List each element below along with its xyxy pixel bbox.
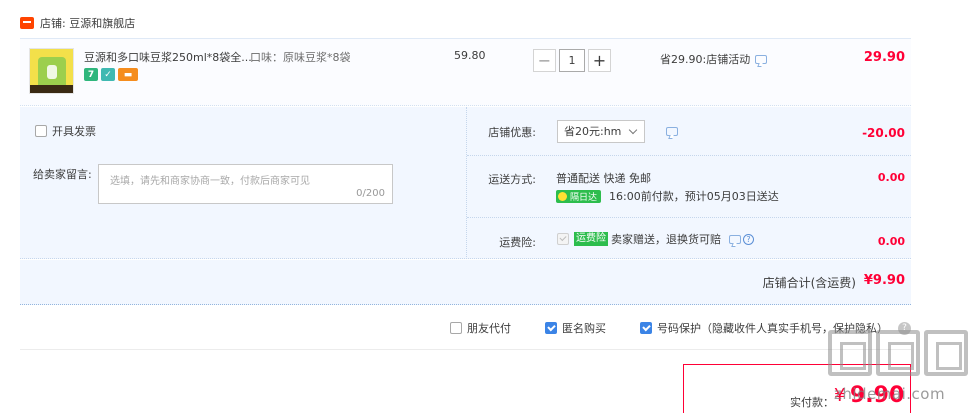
shipping-insurance: 运费险 卖家赠送，退换货可赔 ? (557, 231, 754, 247)
shipping-value: 0.00 (877, 171, 905, 184)
unit-price: 59.80 (454, 49, 486, 62)
insurance-text: 卖家赠送，退换货可赔 (611, 233, 721, 246)
insurance-value: 0.00 (877, 235, 905, 248)
divider (20, 349, 911, 350)
seller-message-input[interactable]: 选填，请先和商家协商一致，付款后商家可见 0/200 (98, 164, 393, 204)
coupon-select[interactable]: 省20元:hm (557, 120, 645, 143)
quantity-input[interactable]: 1 (559, 49, 585, 72)
privacy-checkbox[interactable] (640, 322, 652, 334)
watermark-text: zhidemai.com (834, 385, 946, 403)
store-total-row: 店铺合计(含运费) ¥9.90 (20, 260, 911, 305)
store-total-value: ¥9.90 (863, 273, 905, 288)
message-char-count: 0/200 (356, 188, 385, 199)
message-placeholder: 选填，请先和商家协商一致，付款后商家可见 (110, 176, 310, 187)
insurance-tag: 运费险 (574, 232, 608, 246)
invoice-checkbox[interactable] (35, 125, 47, 137)
coupon-value: -20.00 (862, 126, 905, 140)
promotion-info: 省29.90:店铺活动 (660, 51, 768, 67)
insurance-label: 运费险: (499, 236, 536, 249)
buyer-options: 开具发票 给卖家留言: 选填，请先和商家协商一致，付款后商家可见 0/200 (20, 107, 467, 259)
friend-pay-option[interactable]: 朋友代付 (450, 320, 511, 336)
store-header: 店铺: 豆源和旗舰店 (20, 14, 135, 32)
shipping-eta-text: 16:00前付款，预计05月03日送达 (609, 190, 779, 203)
seven-day-return-icon[interactable]: 7 (84, 68, 98, 81)
product-attribute: 口味：原味豆浆*8袋 (250, 51, 351, 64)
coupon-label: 店铺优惠: (488, 126, 536, 139)
chat-icon[interactable] (755, 54, 768, 64)
shipping-label: 运送方式: (488, 173, 536, 186)
credit-card-icon[interactable]: ▬ (118, 68, 138, 81)
chevron-down-icon (628, 125, 638, 135)
divider (467, 217, 911, 218)
promotion-text: 省29.90:店铺活动 (660, 53, 751, 66)
anonymous-label: 匿名购买 (562, 322, 606, 335)
service-badges: 7 ✓ ▬ (84, 68, 138, 81)
shipping-eta: 隔日达 16:00前付款，预计05月03日送达 (556, 188, 779, 204)
quantity-stepper: − 1 + (533, 49, 611, 72)
watermark-logo (828, 330, 978, 376)
divider (467, 155, 911, 156)
coupon-selected: 省20元:hm (564, 125, 622, 138)
quantity-minus-button[interactable]: − (533, 49, 556, 72)
item-subtotal: 29.90 (863, 50, 905, 65)
store-icon (20, 17, 34, 29)
quantity-plus-button[interactable]: + (588, 49, 611, 72)
friend-pay-checkbox[interactable] (450, 322, 462, 334)
store-name[interactable]: 店铺: 豆源和旗舰店 (40, 15, 135, 31)
order-options-panel: 开具发票 给卖家留言: 选填，请先和商家协商一致，付款后商家可见 0/200 店… (20, 107, 911, 259)
anonymous-option[interactable]: 匿名购买 (545, 320, 606, 336)
bolt-icon (558, 191, 567, 201)
invoice-option[interactable]: 开具发票 (35, 123, 96, 139)
cart-item-row: 豆源和多口味豆浆250ml*8袋全... 口味：原味豆浆*8袋 7 ✓ ▬ 59… (20, 38, 911, 106)
store-total-label: 店铺合计(含运费) (762, 276, 856, 290)
product-title[interactable]: 豆源和多口味豆浆250ml*8袋全... (84, 49, 252, 65)
invoice-label: 开具发票 (52, 125, 96, 138)
product-thumbnail[interactable] (29, 48, 74, 94)
watermark: zhidemai.com (828, 330, 978, 413)
shipping-method: 普通配送 快递 免邮 (556, 172, 651, 185)
guarantee-icon[interactable]: ✓ (101, 68, 115, 81)
friend-pay-label: 朋友代付 (467, 322, 511, 335)
insurance-chat-icon[interactable] (729, 234, 741, 244)
coupon-chat-icon[interactable] (666, 127, 678, 136)
help-icon[interactable]: ? (743, 233, 754, 245)
insurance-checkbox (557, 233, 569, 245)
message-label: 给卖家留言: (33, 168, 92, 181)
anonymous-checkbox[interactable] (545, 322, 557, 334)
next-day-badge: 隔日达 (556, 189, 602, 203)
